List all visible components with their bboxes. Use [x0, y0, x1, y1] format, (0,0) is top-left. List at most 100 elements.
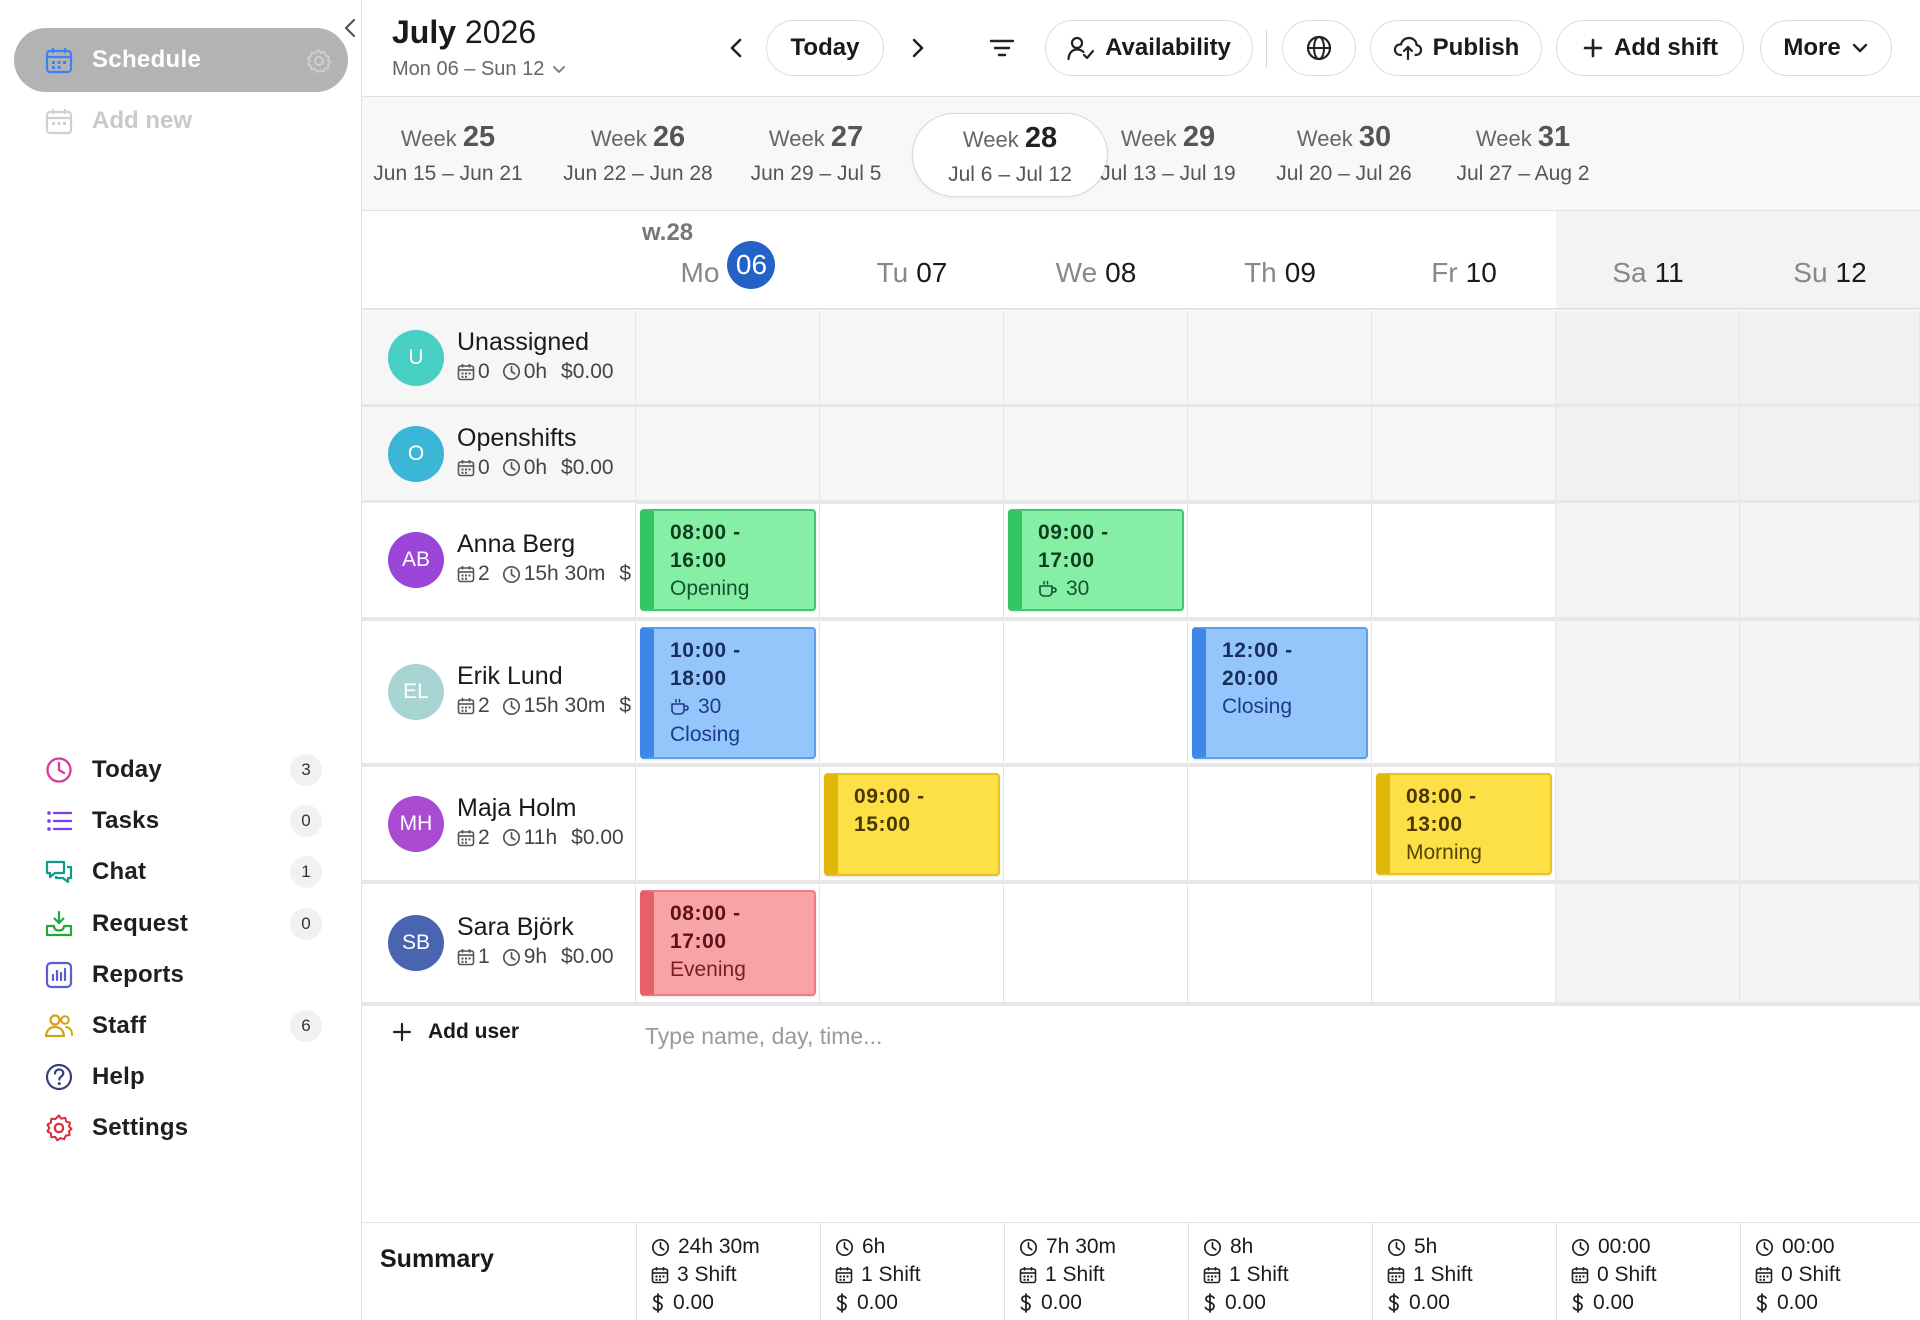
- quick-add-input[interactable]: [645, 1014, 1345, 1058]
- day-cell[interactable]: [1556, 884, 1740, 1002]
- day-number: 12: [1835, 257, 1867, 288]
- week-tab-25[interactable]: Week 25 Jun 15 – Jun 21: [362, 113, 534, 197]
- day-cell[interactable]: [820, 621, 1004, 763]
- collapse-sidebar-button[interactable]: [338, 14, 362, 42]
- add-user-row: Add user: [362, 1006, 1920, 1076]
- day-cell[interactable]: [1004, 767, 1188, 880]
- sidebar-item-schedule[interactable]: Schedule: [14, 28, 348, 92]
- user-cell[interactable]: EL Erik Lund 2 15h 30m $: [362, 621, 636, 763]
- shift-block[interactable]: 10:00 - 18:00 30 Closing: [640, 627, 816, 759]
- day-cell[interactable]: [820, 884, 1004, 1002]
- shift-block[interactable]: 08:00 - 17:00 Evening: [640, 890, 816, 996]
- shift-block[interactable]: 12:00 - 20:00 Closing: [1192, 627, 1368, 759]
- shift-block[interactable]: 08:00 - 16:00 Opening: [640, 509, 816, 611]
- day-cell[interactable]: [820, 407, 1004, 500]
- day-cell[interactable]: [1188, 767, 1372, 880]
- day-header-fr[interactable]: Fr 10: [1372, 211, 1556, 309]
- sidebar-item-today[interactable]: Today 3: [0, 744, 362, 796]
- day-cell[interactable]: [1188, 311, 1372, 404]
- week-tab-31[interactable]: Week 31 Jul 27 – Aug 2: [1438, 113, 1608, 197]
- timezone-button[interactable]: [1282, 20, 1356, 76]
- day-name: We: [1055, 257, 1098, 288]
- user-cell[interactable]: AB Anna Berg 2 15h 30m $: [362, 503, 636, 617]
- week-tab-30[interactable]: Week 30 Jul 20 – Jul 26: [1260, 113, 1428, 197]
- add-user-button[interactable]: Add user: [392, 1020, 519, 1044]
- day-cell[interactable]: [1740, 311, 1920, 404]
- publish-button[interactable]: Publish: [1370, 20, 1542, 76]
- shift-count: 2: [478, 562, 490, 585]
- week-tab-26[interactable]: Week 26 Jun 22 – Jun 28: [550, 113, 726, 197]
- day-header-sa[interactable]: Sa 11: [1556, 211, 1740, 309]
- sidebar-item-request[interactable]: Request 0: [0, 898, 362, 950]
- day-header-th[interactable]: Th 09: [1188, 211, 1372, 309]
- user-cell[interactable]: MH Maja Holm 2 11h $0.00: [362, 767, 636, 880]
- schedule-settings-button[interactable]: [306, 48, 332, 74]
- user-cell[interactable]: SB Sara Björk 1 9h $0.00: [362, 884, 636, 1002]
- shift-block[interactable]: 09:00 - 15:00: [824, 773, 1000, 876]
- day-cell[interactable]: [1004, 311, 1188, 404]
- summary-cost: 0.00: [1593, 1291, 1634, 1314]
- shift-block[interactable]: 09:00 - 17:00 30: [1008, 509, 1184, 611]
- schedule-row: U Unassigned 0 0h $0.00: [362, 311, 1920, 404]
- day-cell[interactable]: [1740, 503, 1920, 617]
- filter-button[interactable]: [984, 30, 1020, 66]
- sidebar-item-label: Help: [92, 1063, 145, 1090]
- day-cell[interactable]: [1188, 407, 1372, 500]
- week-tab-29[interactable]: Week 29 Jul 13 – Jul 19: [1084, 113, 1252, 197]
- day-cell[interactable]: [636, 407, 820, 500]
- shift-label: Evening: [670, 958, 746, 981]
- day-cell[interactable]: [1556, 311, 1740, 404]
- sidebar-item-settings[interactable]: Settings: [0, 1102, 362, 1154]
- clock-icon: [1019, 1238, 1038, 1256]
- sidebar-item-tasks[interactable]: Tasks 0: [0, 795, 362, 847]
- shift-block[interactable]: 08:00 - 13:00 Morning: [1376, 773, 1552, 875]
- week-tab-28[interactable]: Week 28 Jul 6 – Jul 12: [912, 113, 1108, 197]
- user-stats: 0 0h $0.00: [457, 360, 614, 384]
- user-cell[interactable]: U Unassigned 0 0h $0.00: [362, 311, 636, 404]
- date-range-selector[interactable]: Mon 06 – Sun 12: [392, 58, 566, 81]
- day-cell[interactable]: [636, 311, 820, 404]
- day-cell[interactable]: [1556, 621, 1740, 763]
- day-cell[interactable]: [1372, 407, 1556, 500]
- add-new-schedule-button[interactable]: Add new: [44, 106, 192, 136]
- day-cell[interactable]: [1004, 621, 1188, 763]
- sidebar-item-reports[interactable]: Reports: [0, 949, 362, 1001]
- day-cell[interactable]: [1188, 503, 1372, 617]
- day-cell[interactable]: [1372, 884, 1556, 1002]
- day-cell[interactable]: [820, 311, 1004, 404]
- day-cell[interactable]: [1004, 884, 1188, 1002]
- day-cell[interactable]: [1740, 884, 1920, 1002]
- day-cell[interactable]: [636, 767, 820, 880]
- availability-button[interactable]: Availability: [1045, 20, 1253, 76]
- today-button[interactable]: Today: [766, 20, 884, 76]
- day-header-we[interactable]: We 08: [1004, 211, 1188, 309]
- day-cell[interactable]: [820, 503, 1004, 617]
- day-cell[interactable]: [1556, 407, 1740, 500]
- user-name: Unassigned: [457, 327, 590, 356]
- day-header-su[interactable]: Su 12: [1740, 211, 1920, 309]
- day-cell[interactable]: [1740, 767, 1920, 880]
- more-menu-button[interactable]: More: [1760, 20, 1892, 76]
- sidebar-item-help[interactable]: Help: [0, 1051, 362, 1103]
- day-cell[interactable]: [1188, 884, 1372, 1002]
- sidebar-item-staff[interactable]: Staff 6: [0, 1000, 362, 1052]
- day-header-tu[interactable]: Tu 07: [820, 211, 1004, 309]
- shift-count: 2: [478, 825, 490, 849]
- day-cell[interactable]: [1004, 407, 1188, 500]
- week-tab-27[interactable]: Week 27 Jun 29 – Jul 5: [732, 113, 900, 197]
- day-cell[interactable]: [1740, 621, 1920, 763]
- day-header-mo[interactable]: Mo 06: [636, 211, 820, 309]
- next-week-button[interactable]: [900, 30, 936, 66]
- previous-week-button[interactable]: [718, 30, 754, 66]
- day-cell[interactable]: [1372, 621, 1556, 763]
- day-cell[interactable]: [1556, 767, 1740, 880]
- day-cell[interactable]: [1740, 407, 1920, 500]
- summary-shifts: 1 Shift: [1413, 1263, 1473, 1286]
- sidebar-item-label: Staff: [92, 1012, 147, 1039]
- add-shift-button[interactable]: Add shift: [1556, 20, 1744, 76]
- sidebar-item-chat[interactable]: Chat 1: [0, 846, 362, 898]
- day-cell[interactable]: [1556, 503, 1740, 617]
- day-cell[interactable]: [1372, 503, 1556, 617]
- user-cell[interactable]: O Openshifts 0 0h $0.00: [362, 407, 636, 500]
- day-cell[interactable]: [1372, 311, 1556, 404]
